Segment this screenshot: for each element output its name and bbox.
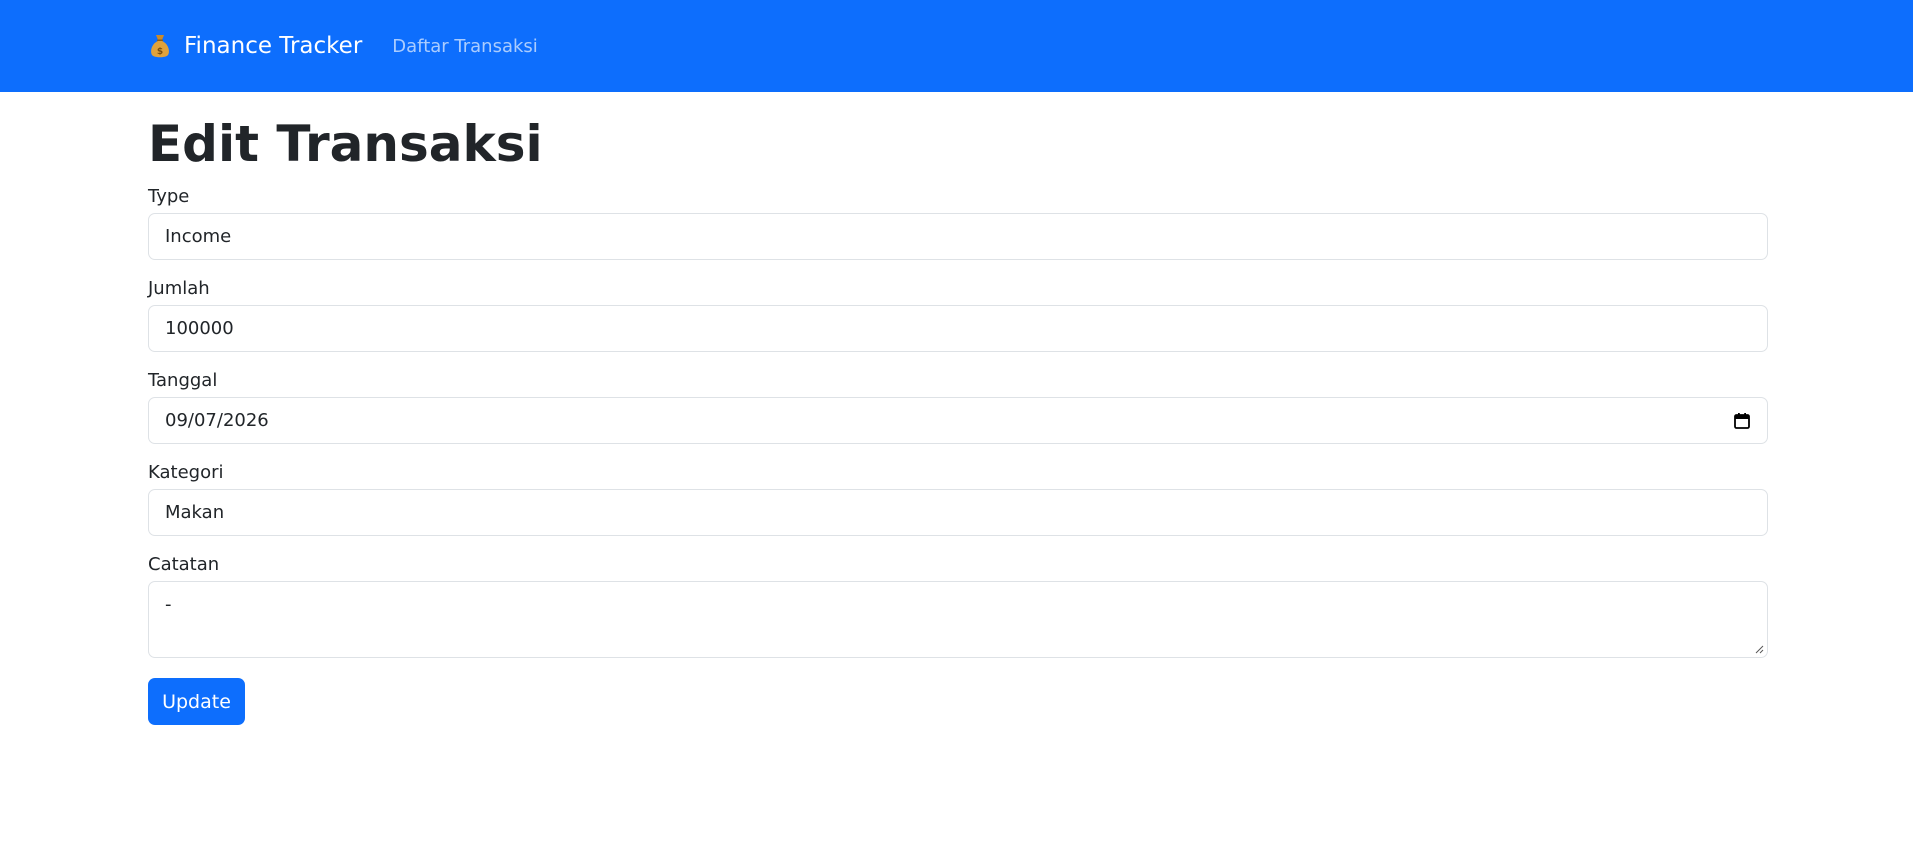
- edit-transaction-form: Type Income Jumlah 100000 Tanggal 09/07/…: [148, 186, 1768, 725]
- navbar: $ Finance Tracker Daftar Transaksi: [0, 0, 1913, 92]
- type-input[interactable]: Income: [148, 213, 1768, 260]
- jumlah-value: 100000: [165, 318, 234, 339]
- calendar-icon[interactable]: [1733, 412, 1751, 430]
- main-content: Edit Transaksi Type Income Jumlah 100000…: [0, 114, 1913, 725]
- type-value: Income: [165, 226, 232, 247]
- resize-handle-icon[interactable]: [1755, 645, 1764, 654]
- type-label: Type: [148, 186, 190, 207]
- brand-link[interactable]: $ Finance Tracker: [148, 33, 362, 59]
- catatan-value: -: [165, 594, 172, 615]
- kategori-value: Makan: [165, 502, 225, 523]
- brand-name: Finance Tracker: [184, 33, 363, 59]
- jumlah-input[interactable]: 100000: [148, 305, 1768, 352]
- kategori-input[interactable]: Makan: [148, 489, 1768, 536]
- catatan-field-group: Catatan -: [148, 554, 1768, 658]
- catatan-label: Catatan: [148, 554, 220, 575]
- jumlah-field-group: Jumlah 100000: [148, 278, 1768, 352]
- tanggal-label: Tanggal: [148, 370, 218, 391]
- catatan-textarea[interactable]: -: [148, 581, 1768, 658]
- nav-link-daftar-transaksi[interactable]: Daftar Transaksi: [392, 36, 538, 57]
- svg-text:$: $: [157, 47, 163, 57]
- tanggal-input[interactable]: 09/07/2026: [148, 397, 1768, 444]
- tanggal-value: 09/07/2026: [165, 410, 269, 431]
- update-button[interactable]: Update: [148, 678, 245, 725]
- tanggal-field-group: Tanggal 09/07/2026: [148, 370, 1768, 444]
- kategori-field-group: Kategori Makan: [148, 462, 1768, 536]
- kategori-label: Kategori: [148, 462, 224, 483]
- page-title: Edit Transaksi: [148, 115, 543, 173]
- money-bag-icon: $: [151, 35, 169, 58]
- jumlah-label: Jumlah: [148, 278, 210, 299]
- type-field-group: Type Income: [148, 186, 1768, 260]
